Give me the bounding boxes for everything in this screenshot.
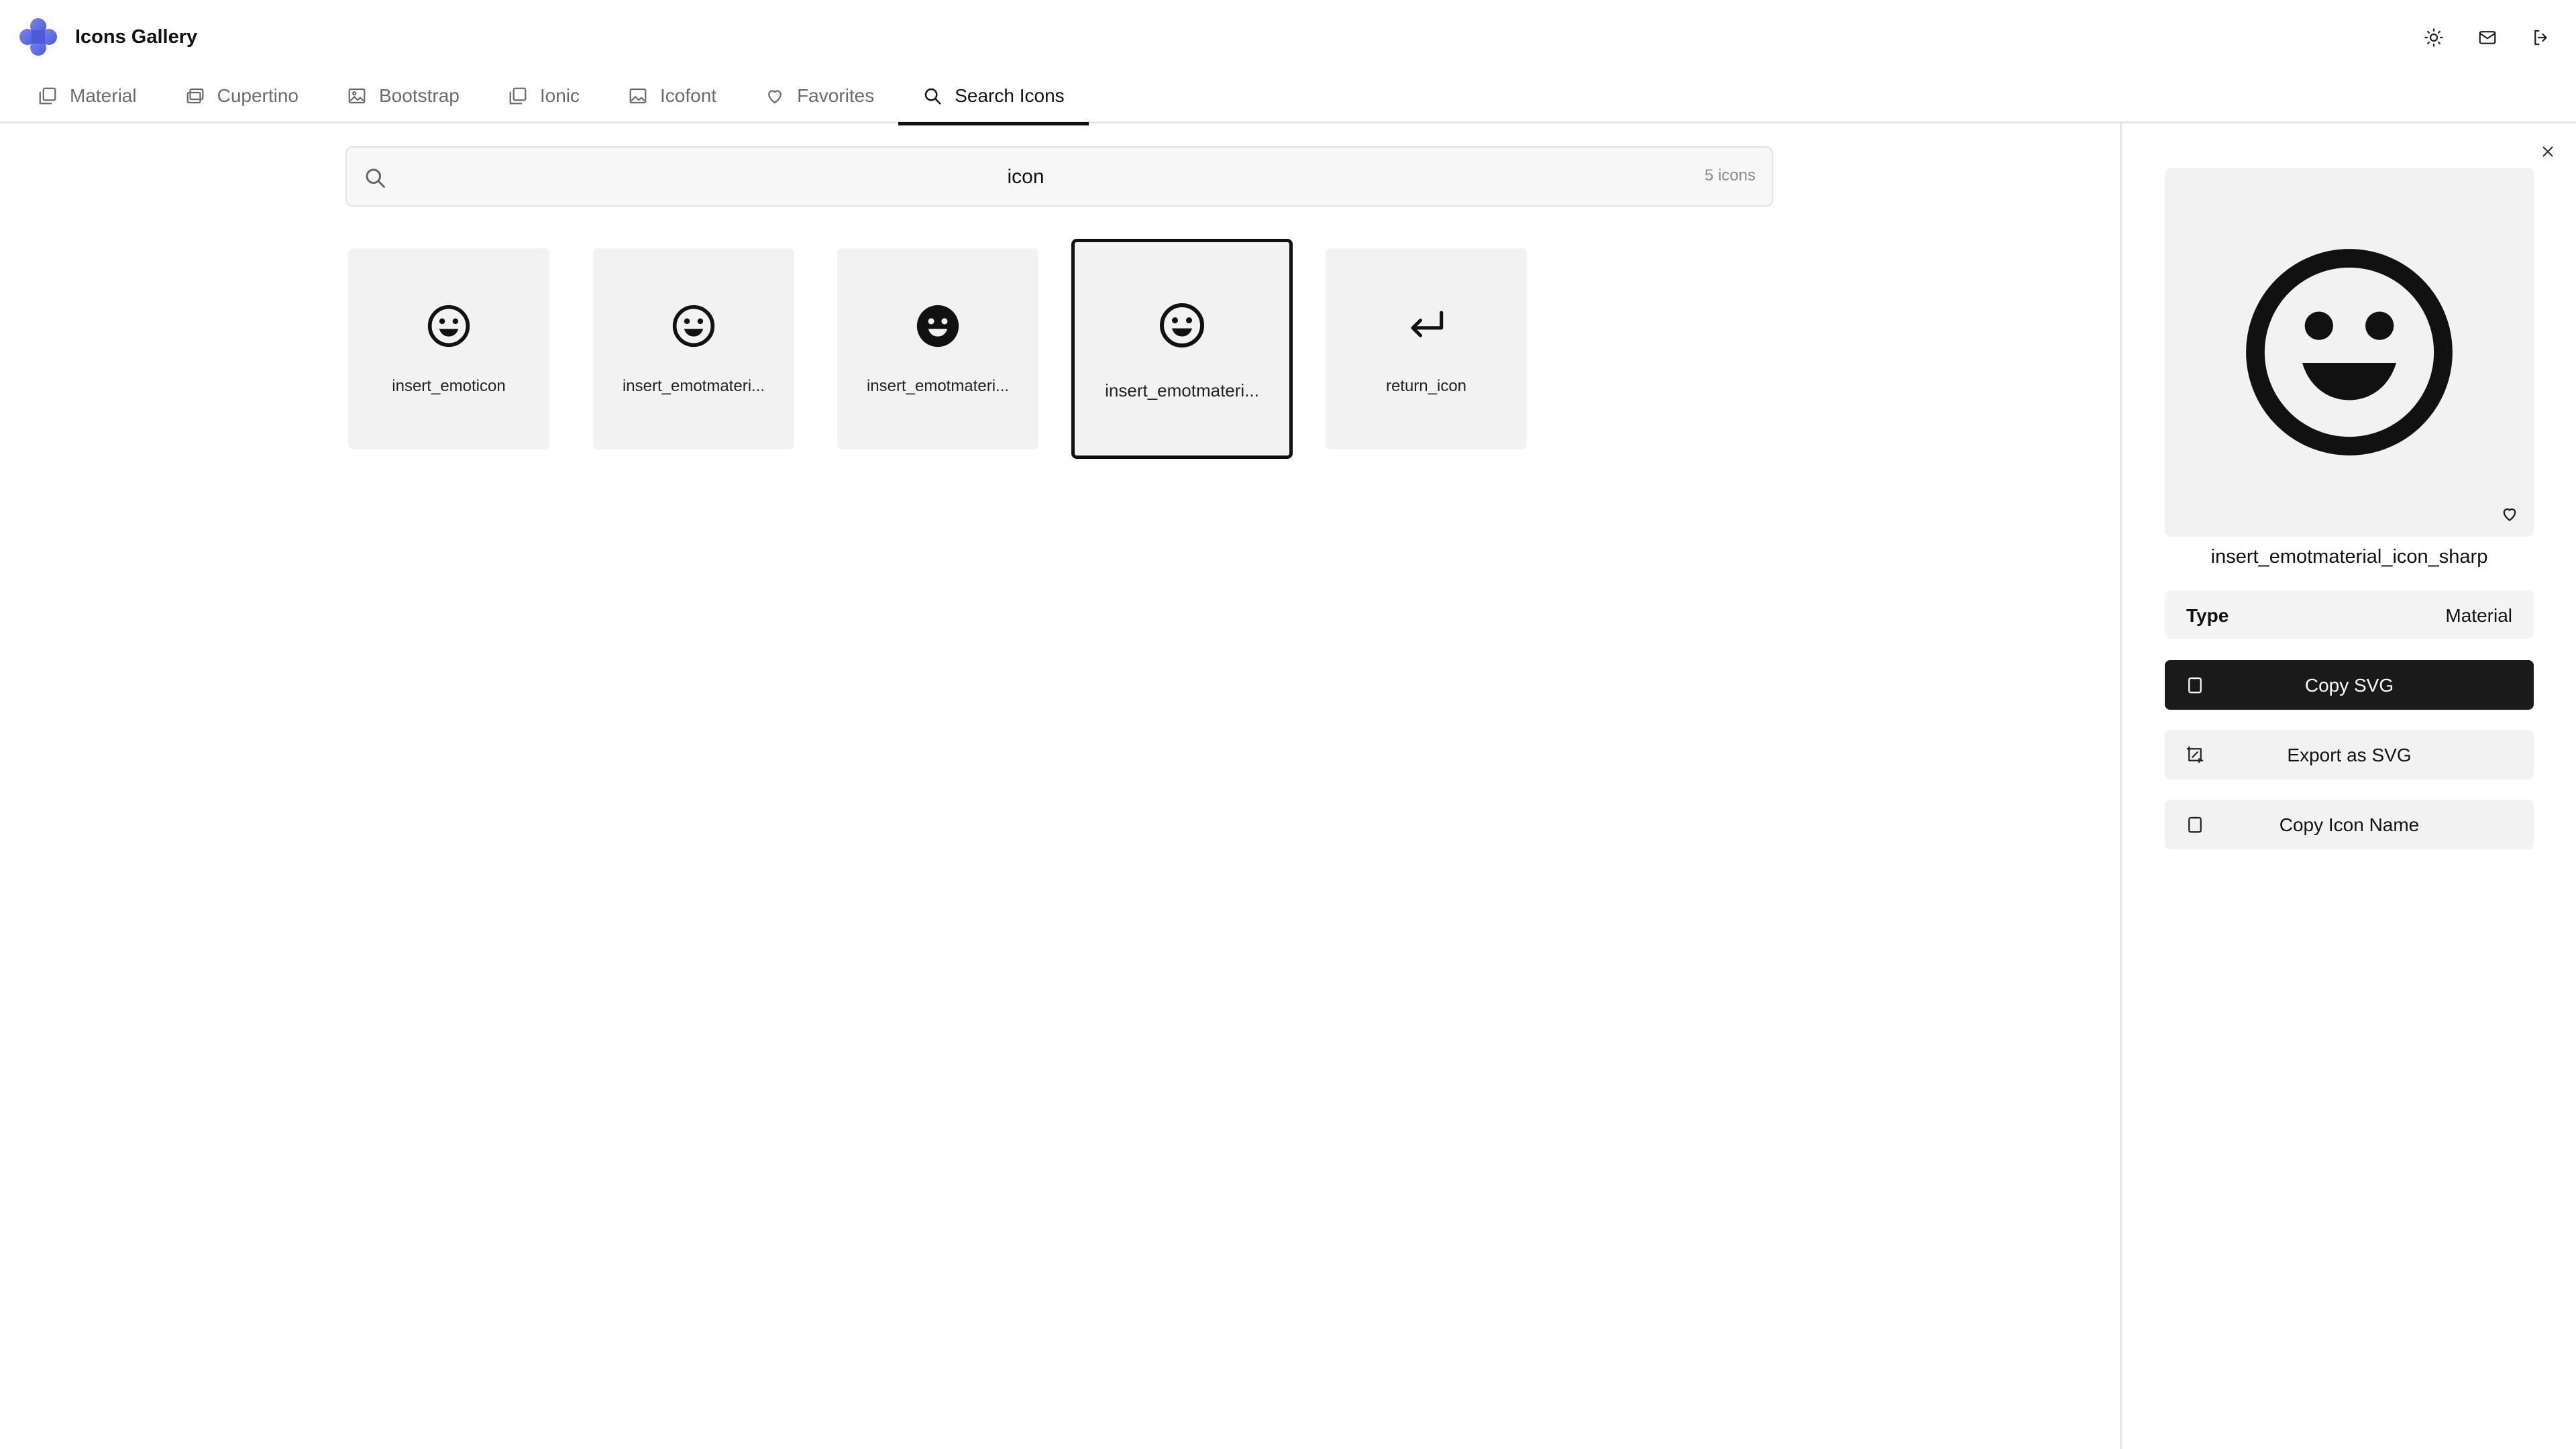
app-title: Icons Gallery	[75, 25, 198, 48]
photos-icon	[186, 88, 203, 104]
tab-material[interactable]: Material	[13, 68, 161, 123]
smiley-outline-icon	[672, 305, 715, 347]
brand[interactable]: Icons Gallery	[19, 17, 197, 56]
smiley-filled-icon	[916, 305, 959, 347]
icon-card[interactable]: insert_emotmateri...	[593, 248, 794, 449]
main-content: 5 icons insert_emoticon	[0, 123, 2120, 1449]
icon-card[interactable]: insert_emotmateri...	[837, 248, 1038, 449]
icon-card-label: insert_emoticon	[392, 377, 506, 395]
icon-card-selected[interactable]: insert_emotmateri...	[1071, 239, 1293, 459]
tab-label: Favorites	[797, 85, 875, 106]
tab-search-icons[interactable]: Search Icons	[898, 68, 1089, 125]
theme-toggle-button[interactable]	[2416, 20, 2451, 55]
image-icon	[348, 88, 366, 104]
image-stack-icon	[39, 87, 56, 105]
close-panel-button[interactable]	[2534, 138, 2561, 165]
icon-card-label: insert_emotmateri...	[1105, 380, 1259, 400]
image-icon	[629, 88, 647, 104]
icon-name: insert_emotmaterial_icon_sharp	[2210, 546, 2488, 568]
copy-icon-name-label: Copy Icon Name	[2279, 814, 2420, 835]
app-root: Icons Gallery Material Cupertino Bootstr…	[0, 0, 2576, 1449]
image-stack-icon	[509, 87, 527, 105]
logo-icon	[19, 18, 57, 56]
header-actions	[2416, 20, 2559, 55]
copy-icon-name-button[interactable]: Copy Icon Name	[2165, 800, 2534, 849]
type-value: Material	[2445, 605, 2512, 626]
icon-card-label: insert_emotmateri...	[622, 377, 765, 395]
icon-preview	[2165, 168, 2534, 537]
mail-icon	[2479, 31, 2496, 44]
results-grid: insert_emoticon insert_emotmateri... ins…	[0, 123, 2120, 526]
search-icon	[924, 88, 941, 105]
mail-button[interactable]	[2470, 20, 2505, 55]
heart-icon	[768, 90, 782, 104]
copy-svg-button[interactable]: Copy SVG	[2165, 660, 2534, 710]
icon-detail-panel: insert_emotmaterial_icon_sharp Type Mate…	[2120, 123, 2576, 1449]
smiley-outline-icon	[2246, 249, 2453, 455]
smiley-outline-icon	[1160, 303, 1204, 347]
heart-icon	[2503, 508, 2516, 521]
copy-svg-label: Copy SVG	[2304, 675, 2394, 696]
tab-bootstrap[interactable]: Bootstrap	[323, 68, 484, 123]
smiley-outline-icon	[427, 305, 470, 347]
return-arrow-icon	[1411, 311, 1444, 337]
tab-favorites[interactable]: Favorites	[741, 68, 898, 123]
tab-label: Cupertino	[217, 85, 299, 106]
icon-card-label: return_icon	[1385, 377, 1467, 395]
tab-label: Search Icons	[955, 85, 1065, 106]
export-svg-label: Export as SVG	[2287, 745, 2412, 765]
sun-icon	[2424, 28, 2443, 47]
tab-bar: Material Cupertino Bootstrap Ionic Icofo…	[0, 68, 1089, 125]
close-icon	[2542, 146, 2553, 157]
export-svg-button[interactable]: Export as SVG	[2165, 730, 2534, 780]
tab-label: Ionic	[539, 85, 580, 106]
tab-label: Icofont	[660, 85, 717, 106]
tab-ionic[interactable]: Ionic	[484, 68, 604, 123]
icon-card[interactable]: return_icon	[1326, 248, 1527, 449]
tab-label: Bootstrap	[379, 85, 460, 106]
favorite-button[interactable]	[2496, 500, 2523, 527]
tab-icofont[interactable]: Icofont	[604, 68, 741, 123]
tab-label: Material	[70, 85, 137, 106]
icon-card-label: insert_emotmateri...	[866, 377, 1010, 395]
type-row: Type Material	[2165, 590, 2534, 639]
logout-icon	[2534, 30, 2547, 46]
app-header: Icons Gallery Material Cupertino Bootstr…	[0, 0, 2576, 125]
logout-button[interactable]	[2524, 20, 2559, 55]
type-label: Type	[2186, 605, 2229, 626]
tab-cupertino[interactable]: Cupertino	[161, 68, 323, 123]
icon-card[interactable]: insert_emoticon	[348, 248, 549, 449]
